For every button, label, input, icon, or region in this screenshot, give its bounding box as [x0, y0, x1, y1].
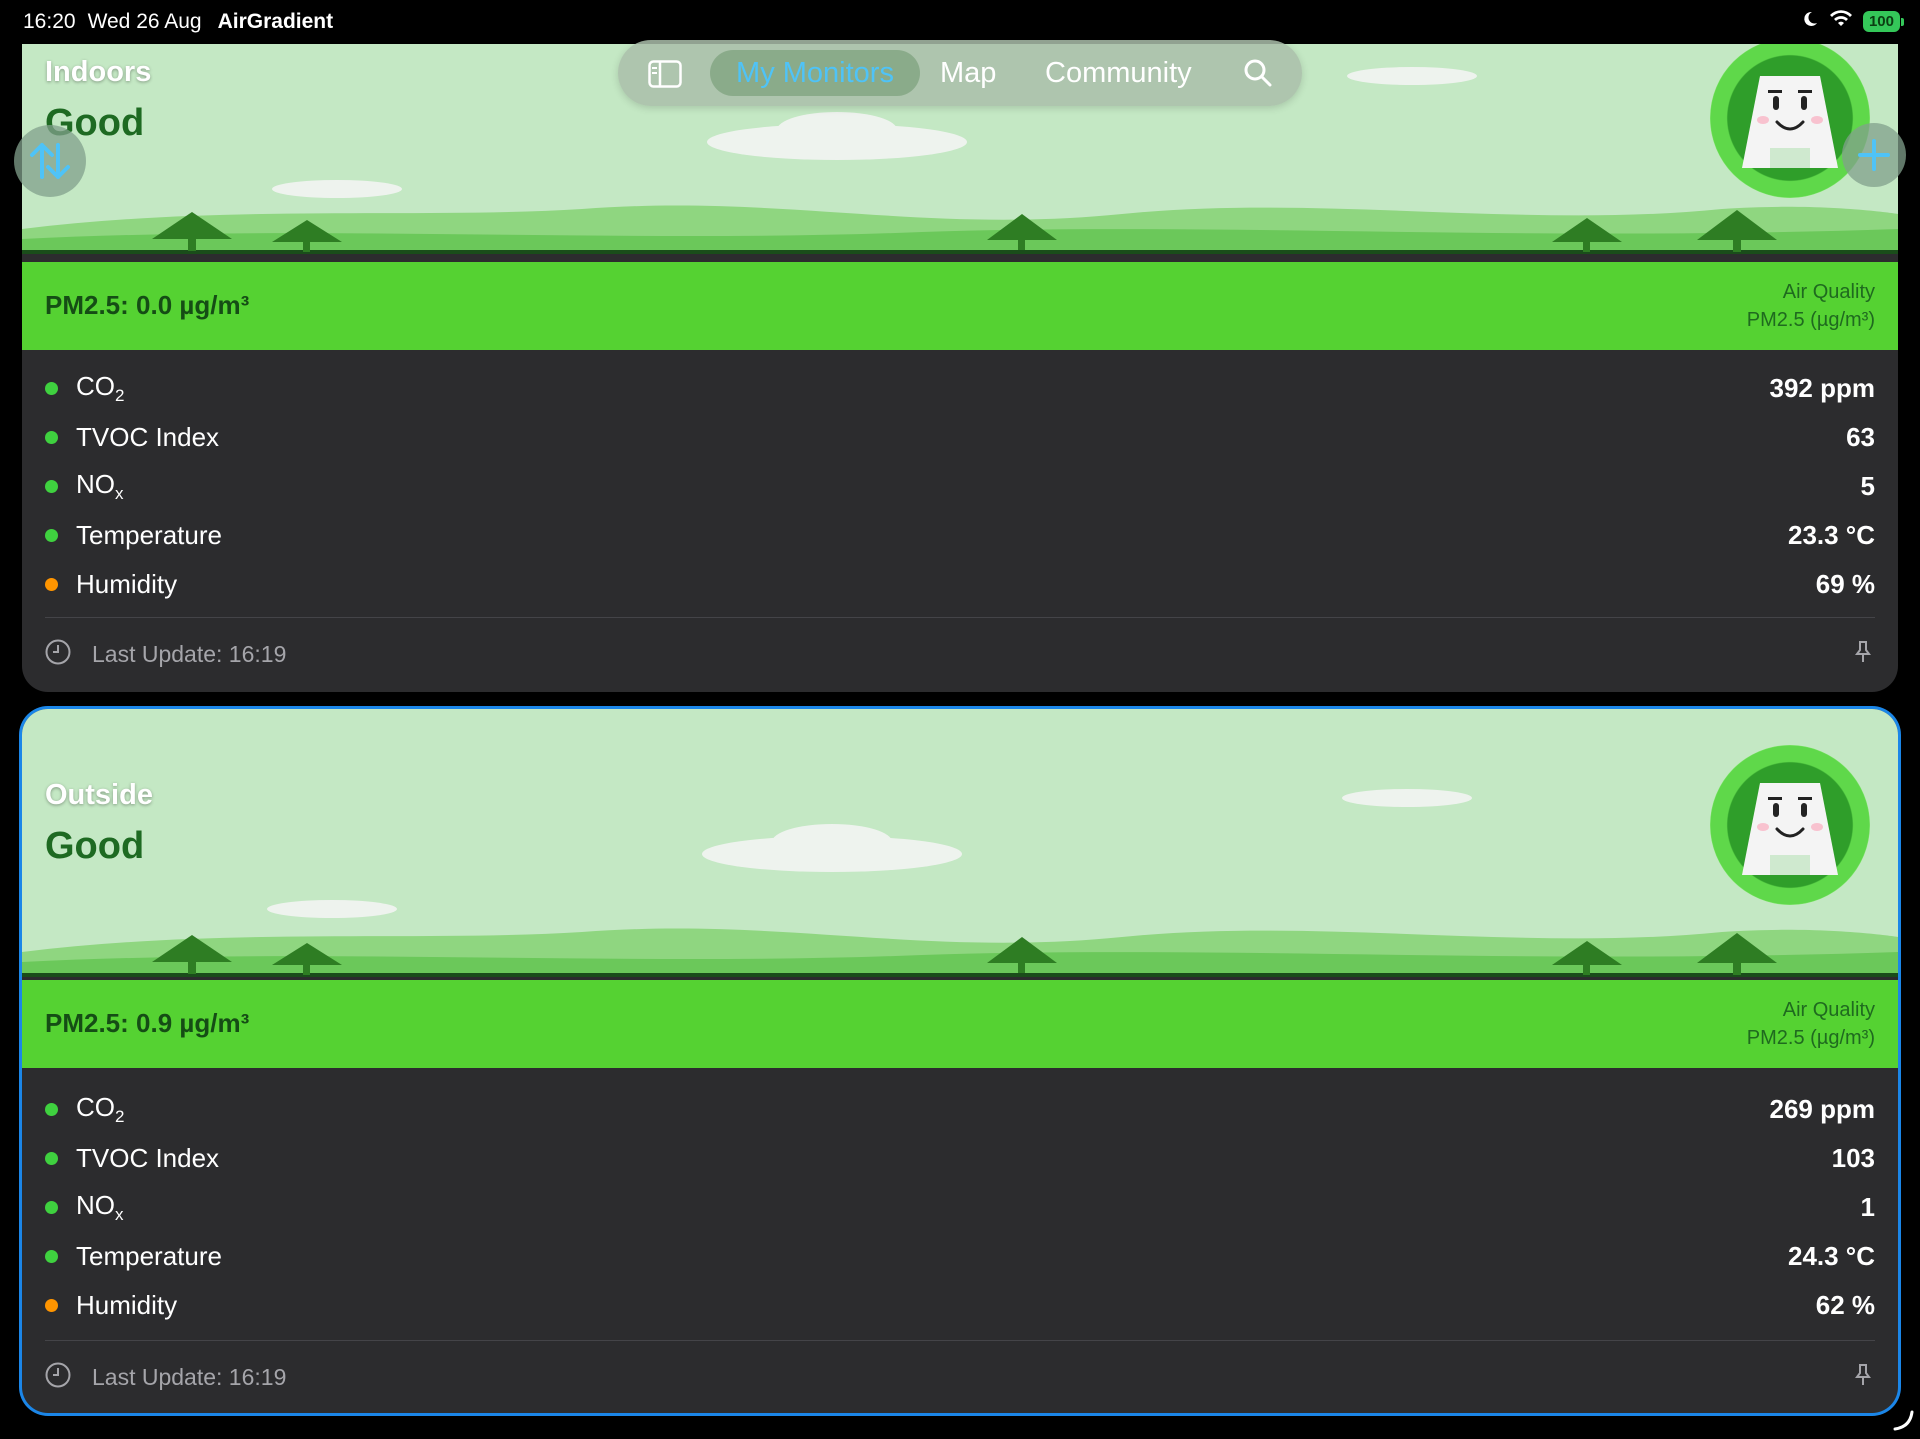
divider: [45, 617, 1875, 618]
metric-row-temperature: Temperature 24.3 °C: [22, 1232, 1898, 1281]
metric-value: 5: [1860, 471, 1875, 501]
metric-row-nox: NOx 5: [22, 462, 1898, 511]
metric-value: 23.3 °C: [1787, 520, 1875, 550]
metric-value: 269 ppm: [1769, 1094, 1876, 1124]
metric-value: 1: [1860, 1192, 1875, 1222]
status-dot: [45, 1201, 58, 1214]
tab-map[interactable]: Map: [940, 50, 996, 96]
status-date: Wed 26 Aug: [87, 10, 202, 33]
search-icon[interactable]: [1243, 58, 1273, 88]
clock-icon: [45, 1362, 71, 1388]
air-quality-scene: [22, 709, 1898, 977]
pin-icon[interactable]: [1854, 1363, 1872, 1387]
battery-indicator: 100: [1862, 11, 1905, 32]
smiling-face-icon: [1742, 783, 1838, 875]
air-quality-status: Good: [45, 825, 145, 867]
legend-title: Air Quality: [1782, 281, 1875, 303]
monitor-card-indoors[interactable]: Indoors Good PM2.5: 0.0 µg/m³ Air Qualit…: [22, 44, 1898, 692]
status-time: 16:20: [23, 10, 76, 33]
card-footer: Last Update: 16:19: [22, 624, 1898, 684]
monitor-location-name: Indoors: [45, 56, 152, 88]
metric-label: CO2: [76, 370, 125, 406]
add-monitor-button[interactable]: [1842, 123, 1906, 187]
metric-value: 392 ppm: [1769, 373, 1876, 403]
resize-handle-icon[interactable]: [1892, 1409, 1914, 1431]
metric-label: TVOC Index: [76, 1143, 220, 1173]
arrow-up-down-icon: [30, 143, 70, 179]
metric-row-humidity: Humidity 62 %: [22, 1281, 1898, 1330]
metric-value: 24.3 °C: [1787, 1241, 1875, 1271]
status-dot: [45, 1299, 58, 1312]
metric-row-tvoc: TVOC Index 103: [22, 1134, 1898, 1183]
metric-label: Temperature: [76, 520, 222, 550]
tab-my-monitors[interactable]: My Monitors: [710, 50, 920, 96]
metric-value: 103: [1831, 1143, 1875, 1173]
metric-label: NOx: [76, 468, 124, 504]
metric-row-temperature: Temperature 23.3 °C: [22, 511, 1898, 560]
legend-unit: PM2.5 (µg/m³): [1746, 1027, 1875, 1049]
reorder-button[interactable]: [14, 125, 86, 197]
metric-label: NOx: [76, 1189, 124, 1225]
pm25-value: PM2.5: 0.9 µg/m³: [45, 1008, 250, 1038]
metric-value: 62 %: [1815, 1290, 1875, 1320]
pm25-legend: Air Quality PM2.5 (µg/m³): [1747, 996, 1875, 1052]
mascot-avatar: [1710, 745, 1870, 905]
sidebar-toggle-icon[interactable]: [648, 60, 682, 88]
metric-row-co2: CO2 269 ppm: [22, 1085, 1898, 1134]
metric-row-tvoc: TVOC Index 63: [22, 413, 1898, 462]
metric-value: 69 %: [1815, 569, 1875, 599]
legend-unit: PM2.5 (µg/m³): [1746, 309, 1875, 331]
monitor-location-name: Outside: [45, 779, 153, 811]
moon-icon: [1801, 10, 1819, 33]
status-dot: [45, 382, 58, 395]
pm25-band: PM2.5: 0.0 µg/m³ Air Quality PM2.5 (µg/m…: [22, 262, 1898, 350]
metric-label: Temperature: [76, 1241, 222, 1271]
pm25-value: PM2.5: 0.0 µg/m³: [45, 290, 250, 320]
metric-label: TVOC Index: [76, 422, 220, 452]
metric-label: CO2: [76, 1091, 125, 1127]
divider: [45, 1340, 1875, 1341]
pm25-band: PM2.5: 0.9 µg/m³ Air Quality PM2.5 (µg/m…: [22, 980, 1898, 1068]
status-app-name: AirGradient: [217, 10, 334, 33]
status-dot: [45, 431, 58, 444]
pm25-legend: Air Quality PM2.5 (µg/m³): [1747, 278, 1875, 334]
tab-community[interactable]: Community: [1045, 50, 1192, 96]
top-nav-bar: My Monitors Map Community: [618, 40, 1302, 106]
metric-label: Humidity: [76, 569, 178, 599]
smiling-face-icon: [1742, 76, 1838, 168]
metrics-list: CO2 392 ppm TVOC Index 63 NOx 5 Temperat…: [22, 364, 1898, 609]
metric-value: 63: [1846, 422, 1875, 452]
metric-label: Humidity: [76, 1290, 178, 1320]
mascot-avatar: [1710, 44, 1870, 198]
clock-icon: [45, 639, 71, 665]
wifi-icon: [1829, 10, 1853, 33]
monitor-card-outside[interactable]: Outside Good PM2.5: 0.9 µg/m³ Air Qualit…: [22, 709, 1898, 1413]
metric-row-humidity: Humidity 69 %: [22, 560, 1898, 609]
status-dot: [45, 480, 58, 493]
legend-title: Air Quality: [1782, 999, 1875, 1021]
card-footer: Last Update: 16:19: [22, 1347, 1898, 1407]
plus-icon: [1858, 139, 1890, 171]
metrics-list: CO2 269 ppm TVOC Index 103 NOx 1 Tempera…: [22, 1085, 1898, 1330]
metric-row-nox: NOx 1: [22, 1183, 1898, 1232]
status-dot: [45, 1250, 58, 1263]
status-dot: [45, 578, 58, 591]
status-dot: [45, 1152, 58, 1165]
status-dot: [45, 529, 58, 542]
metric-row-co2: CO2 392 ppm: [22, 364, 1898, 413]
status-bar: 16:20 Wed 26 Aug AirGradient 100: [0, 0, 1920, 44]
last-update: Last Update: 16:19: [92, 1364, 287, 1390]
status-dot: [45, 1103, 58, 1116]
pin-icon[interactable]: [1854, 640, 1872, 664]
last-update: Last Update: 16:19: [92, 641, 287, 667]
